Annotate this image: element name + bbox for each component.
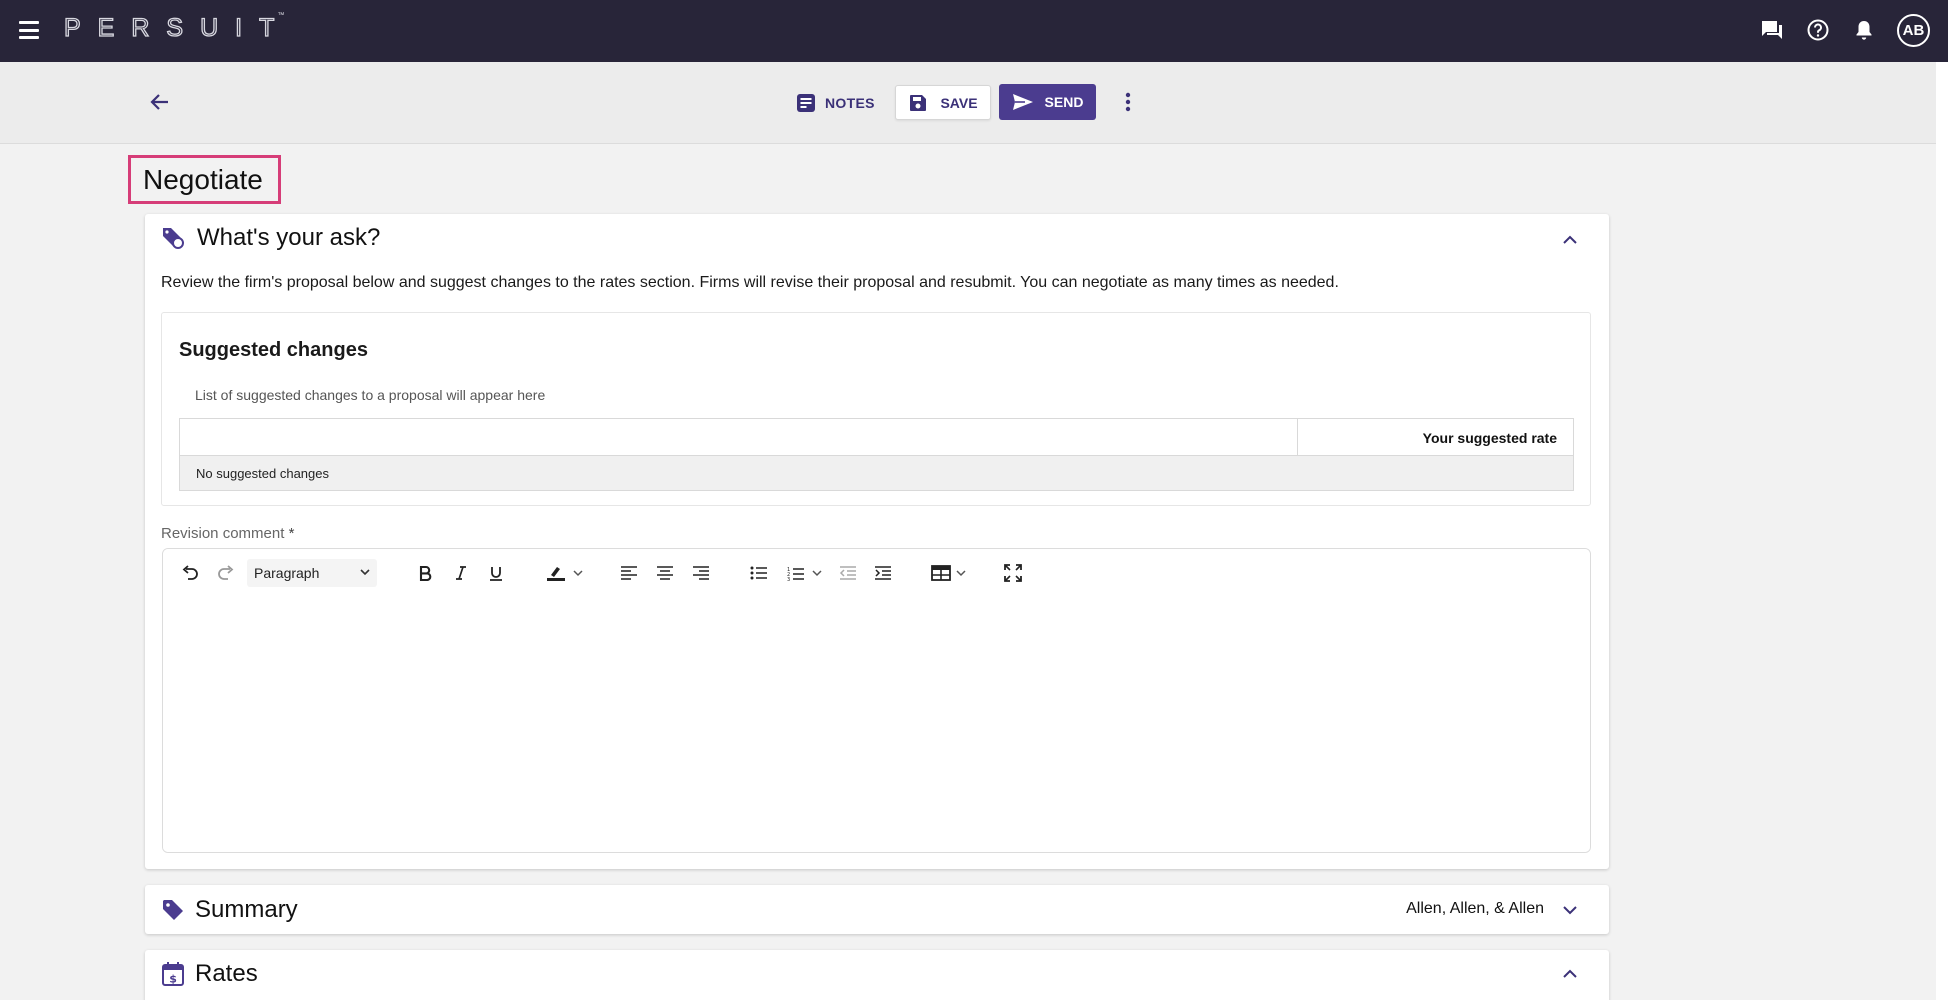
highlight-color-icon[interactable] [543, 561, 587, 585]
rates-section-header[interactable]: $ Rates [161, 960, 258, 988]
app-bar-actions: AB [1757, 13, 1930, 47]
page-title: Negotiate [128, 155, 281, 204]
table-header: Your suggested rate [180, 419, 1573, 456]
rates-section-title: Rates [195, 960, 258, 987]
table-row: No suggested changes [180, 456, 1573, 490]
summary-section-card[interactable]: Summary Allen, Allen, & Allen [145, 885, 1609, 934]
revision-comment-label: Revision comment * [161, 525, 295, 542]
bulleted-list-icon[interactable] [747, 561, 771, 585]
notes-label: NOTES [825, 95, 875, 111]
summary-firm-name: Allen, Allen, & Allen [1406, 900, 1544, 917]
ask-section-title: What's your ask? [197, 224, 381, 251]
suggested-changes-subtitle: List of suggested changes to a proposal … [195, 387, 546, 403]
align-left-icon[interactable] [617, 561, 641, 585]
expand-chevron-down-icon[interactable] [1561, 901, 1579, 919]
redo-icon[interactable] [213, 561, 239, 585]
indent-icon[interactable] [871, 561, 895, 585]
insert-table-icon[interactable] [929, 561, 969, 585]
editor-toolbar: Paragraph 1 2 3 [163, 549, 1590, 597]
ask-description: Review the firm's proposal below and sug… [161, 274, 1339, 291]
send-button[interactable]: SEND [999, 84, 1096, 120]
notification-bell-icon[interactable] [1849, 13, 1879, 47]
revision-comment-editor: Paragraph 1 2 3 [162, 548, 1591, 853]
align-right-icon[interactable] [689, 561, 713, 585]
ask-section-header[interactable]: What's your ask? [161, 224, 380, 252]
avatar[interactable]: AB [1897, 13, 1930, 47]
persuit-logo[interactable]: PERSUIT™ [63, 12, 298, 43]
svg-text:$: $ [169, 973, 177, 986]
svg-text:3: 3 [787, 577, 790, 581]
notes-button[interactable]: NOTES [790, 88, 881, 118]
undo-icon[interactable] [177, 561, 203, 585]
notes-icon [797, 94, 815, 112]
column-divider [1297, 419, 1298, 456]
revision-comment-textarea[interactable] [163, 597, 1590, 852]
send-icon [1012, 94, 1033, 110]
paragraph-format-select[interactable]: Paragraph [247, 559, 377, 587]
collapse-chevron-up-icon[interactable] [1561, 964, 1579, 982]
summary-section-title: Summary [195, 896, 298, 923]
empty-state-text: No suggested changes [196, 466, 329, 481]
outdent-icon[interactable] [836, 561, 860, 585]
column-header-suggested-rate: Your suggested rate [1422, 430, 1557, 446]
scrollbar-track[interactable] [1936, 62, 1948, 1000]
chevron-down-icon [573, 570, 583, 577]
save-button[interactable]: SAVE [895, 85, 991, 120]
calendar-dollar-icon: $ [162, 962, 184, 986]
ask-section-card: What's your ask? Review the firm's propo… [145, 214, 1609, 869]
italic-icon[interactable] [449, 561, 473, 585]
save-label: SAVE [940, 94, 978, 111]
chevron-down-icon [956, 570, 966, 577]
underline-icon[interactable] [484, 561, 508, 585]
send-label: SEND [1044, 94, 1084, 110]
save-icon [910, 94, 927, 111]
fullscreen-icon[interactable] [1001, 561, 1025, 585]
help-icon[interactable] [1803, 13, 1833, 47]
chevron-down-icon [812, 570, 822, 577]
back-arrow-icon[interactable] [146, 90, 174, 114]
align-center-icon[interactable] [653, 561, 677, 585]
chevron-down-icon [360, 569, 370, 576]
menu-icon[interactable] [19, 19, 39, 41]
numbered-list-icon[interactable]: 123 [783, 561, 827, 585]
app-bar: PERSUIT™ AB [0, 0, 1948, 62]
collapse-chevron-up-icon[interactable] [1561, 230, 1579, 248]
chat-icon[interactable] [1757, 13, 1787, 47]
tags-icon [163, 228, 184, 249]
required-marker: * [288, 525, 295, 542]
rates-section-card: $ Rates [145, 950, 1609, 1000]
more-options-icon[interactable] [1118, 88, 1138, 116]
suggested-changes-panel: Suggested changes List of suggested chan… [161, 312, 1591, 506]
bold-icon[interactable] [413, 561, 437, 585]
tag-icon [163, 900, 183, 920]
suggested-changes-title: Suggested changes [179, 339, 368, 361]
summary-section-header[interactable]: Summary [161, 896, 298, 924]
suggested-changes-table: Your suggested rate No suggested changes [179, 418, 1574, 491]
